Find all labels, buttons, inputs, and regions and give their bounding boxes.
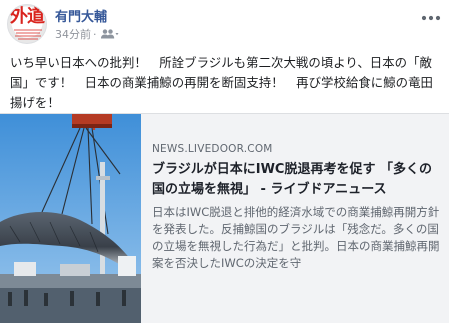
card-domain: NEWS.LIVEDOOR.COM [152, 143, 273, 155]
post-time[interactable]: 34分前 [55, 28, 91, 41]
card-image[interactable] [0, 114, 141, 323]
post-header: 外道 有門大輔 34分前 · [0, 0, 449, 46]
avatar-text: 外道 [10, 6, 45, 27]
card-description: 日本はIWC脱退と排他的経済水域での商業捕鯨再開方針を発表した。反捕鯨国のブラジ… [152, 205, 440, 270]
link-preview-card[interactable]: NEWS.LIVEDOOR.COM ブラジルが日本にIWC脱退再考を促す 「多く… [0, 113, 449, 323]
author-name[interactable]: 有門大輔 [55, 6, 107, 25]
more-options-icon[interactable] [421, 6, 441, 25]
people-icon[interactable] [100, 29, 119, 42]
whale-crane-photo [0, 114, 141, 323]
avatar-fine-print-icon [14, 29, 42, 40]
card-body[interactable]: NEWS.LIVEDOOR.COM ブラジルが日本にIWC脱退再考を促す 「多く… [152, 142, 444, 272]
meta-separator: · [93, 28, 97, 41]
post-meta: 34分前 · [55, 26, 119, 42]
avatar[interactable]: 外道 [7, 4, 47, 44]
post-text: いち早い日本への批判！ 所詮ブラジルも第二次大戦の頃より、日本の「敵国」です！ … [10, 55, 433, 110]
card-title[interactable]: ブラジルが日本にIWC脱退再考を促す 「多くの国の立場を無視」 - ライブドアニ… [152, 160, 444, 200]
